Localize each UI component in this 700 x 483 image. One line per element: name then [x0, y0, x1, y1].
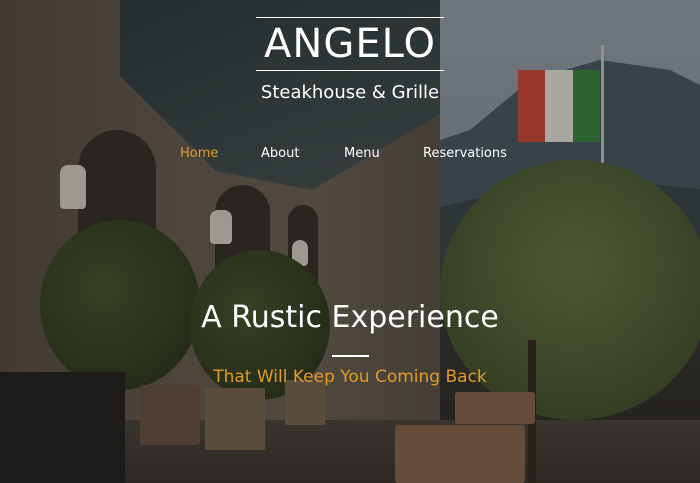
- hero-headline: A Rustic Experience: [201, 300, 499, 335]
- hero-tagline: That Will Keep You Coming Back: [213, 367, 487, 387]
- site-logo-title[interactable]: ANGELO: [256, 17, 444, 71]
- nav-link-home[interactable]: Home: [180, 146, 218, 161]
- hero-section: ANGELO Steakhouse & Grille Home About Me…: [0, 0, 700, 483]
- nav-link-menu[interactable]: Menu: [344, 146, 380, 161]
- main-navigation: Home About Menu Reservations: [0, 146, 700, 164]
- nav-link-about[interactable]: About: [261, 146, 299, 161]
- dark-overlay: [0, 0, 700, 483]
- nav-link-reservations[interactable]: Reservations: [423, 146, 507, 161]
- site-logo-subtitle: Steakhouse & Grille: [260, 82, 440, 103]
- headline-divider: [332, 355, 369, 357]
